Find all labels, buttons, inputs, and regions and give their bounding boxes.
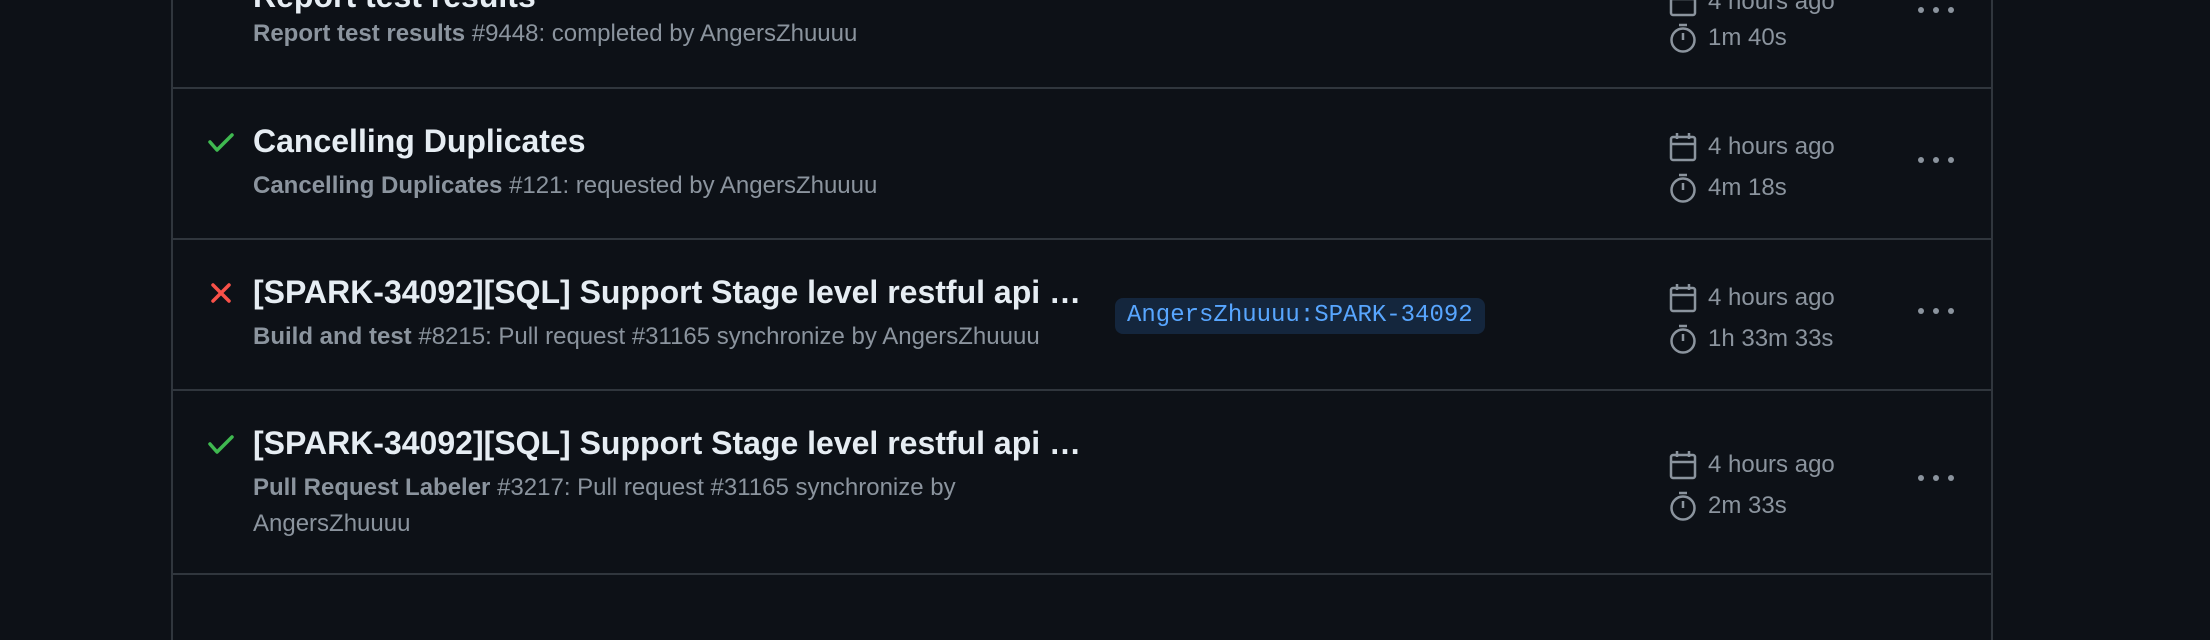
check-icon <box>208 133 234 152</box>
run-details: #8215: Pull request #31165 synchronize b… <box>418 323 1040 350</box>
branch-label[interactable]: AngersZhuuuu:SPARK-34092 <box>1115 298 1485 334</box>
more-options-button[interactable] <box>1918 306 1954 316</box>
run-duration: 2m 33s <box>1668 488 1787 524</box>
status-failure <box>205 277 237 309</box>
run-date: 4 hours ago <box>1668 0 1835 20</box>
workflow-name: Cancelling Duplicates <box>253 172 503 199</box>
more-dot <box>1918 475 1924 481</box>
stopwatch-icon <box>1670 23 1696 53</box>
more-options-button[interactable] <box>1918 155 1954 165</box>
more-options-button[interactable] <box>1918 473 1954 483</box>
status-success <box>205 126 237 158</box>
stopwatch-icon <box>1670 324 1696 354</box>
more-dot <box>1933 157 1939 163</box>
run-date: 4 hours ago <box>1668 129 1835 165</box>
stopwatch-icon <box>1670 491 1696 521</box>
workflow-name: Build and test <box>253 323 412 350</box>
run-actor: AngersZhuuuu <box>253 510 411 537</box>
more-dot <box>1933 475 1939 481</box>
run-subtitle-line: Pull Request Labeler #3217: Pull request… <box>253 470 956 506</box>
calendar-icon <box>1669 133 1697 162</box>
more-dot <box>1933 308 1939 314</box>
run-duration: 1m 40s <box>1668 20 1787 56</box>
run-title[interactable]: [SPARK-34092][SQL] Support Stage level r… <box>253 423 1093 463</box>
more-dot <box>1918 7 1924 13</box>
run-subtitle: Report test results #9448: completed by … <box>253 16 857 52</box>
run-date: 4 hours ago <box>1668 447 1835 483</box>
run-details: #3217: Pull request #31165 synchronize b… <box>497 474 956 501</box>
status-success <box>205 428 237 460</box>
workflow-name: Pull Request Labeler <box>253 474 491 501</box>
calendar-icon <box>1669 0 1697 17</box>
run-duration: 4m 18s <box>1668 170 1787 206</box>
run-title[interactable]: [SPARK-34092][SQL] Support Stage level r… <box>253 272 1093 312</box>
more-dot <box>1918 157 1924 163</box>
more-options-button[interactable] <box>1918 5 1954 15</box>
x-icon <box>211 283 231 303</box>
more-dot <box>1933 7 1939 13</box>
run-duration: 1h 33m 33s <box>1668 321 1833 357</box>
run-details: #9448: completed by AngersZhuuuu <box>471 20 858 47</box>
run-subtitle: Pull Request Labeler #3217: Pull request… <box>253 470 956 542</box>
calendar-icon <box>1669 451 1697 480</box>
run-title[interactable]: Report test results <box>253 0 1093 16</box>
workflow-name: Report test results <box>253 20 466 47</box>
check-icon <box>208 435 234 454</box>
workflow-run-row[interactable] <box>173 575 1991 635</box>
run-details: #121: requested by AngersZhuuuu <box>509 172 878 199</box>
run-subtitle: Cancelling Duplicates #121: requested by… <box>253 168 877 204</box>
more-dot <box>1948 308 1954 314</box>
run-subtitle: Build and test #8215: Pull request #3116… <box>253 319 1040 355</box>
more-dot <box>1948 157 1954 163</box>
run-title[interactable]: Cancelling Duplicates <box>253 121 586 161</box>
run-date: 4 hours ago <box>1668 280 1835 316</box>
calendar-icon <box>1669 284 1697 313</box>
stopwatch-icon <box>1670 173 1696 203</box>
more-dot <box>1918 308 1924 314</box>
more-dot <box>1948 7 1954 13</box>
more-dot <box>1948 475 1954 481</box>
